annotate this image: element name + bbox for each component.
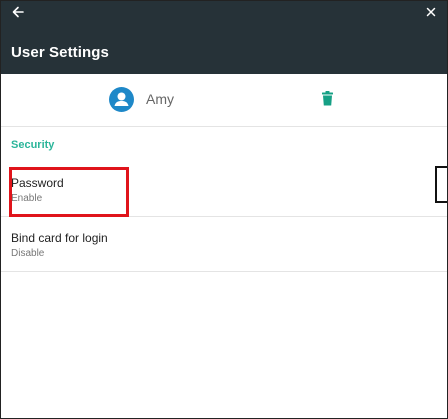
bind-card-setting-title: Bind card for login [11,231,108,245]
trash-icon[interactable] [321,91,334,106]
bind-card-setting-status: Disable [11,248,45,259]
settings-window: User Settings Amy Security Password Enab… [0,0,448,419]
close-icon[interactable] [423,4,439,20]
person-avatar-icon [109,87,134,112]
security-section-header: Security [11,139,55,151]
back-arrow-icon[interactable] [10,4,26,20]
bind-card-setting-row[interactable]: Bind card for login Disable [1,217,447,272]
password-setting-status: Enable [11,193,43,204]
user-name: Amy [146,91,174,107]
user-profile-row: Amy [1,74,447,127]
password-setting-title: Password [11,176,64,190]
page-title: User Settings [11,44,109,61]
app-bar: User Settings [1,1,447,74]
password-setting-row[interactable]: Password Enable [1,162,447,217]
